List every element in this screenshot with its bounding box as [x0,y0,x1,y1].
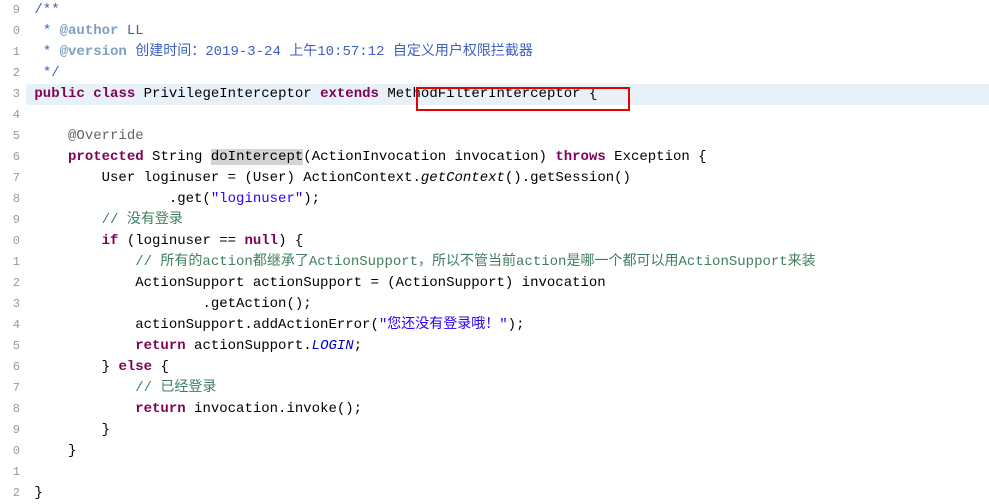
code-line[interactable]: if (loginuser == null) { [26,231,989,252]
code-line[interactable]: } [26,483,989,504]
code-line[interactable]: protected String doIntercept(ActionInvoc… [26,147,989,168]
code-line[interactable]: User loginuser = (User) ActionContext.ge… [26,168,989,189]
code-line[interactable] [26,462,989,483]
code-line[interactable]: // 没有登录 [26,210,989,231]
code-line[interactable]: * @version 创建时间：2019-3-24 上午10:57:12 自定义… [26,42,989,63]
code-line[interactable]: } else { [26,357,989,378]
code-line[interactable]: } [26,441,989,462]
line-number-gutter: 9 0 1 2 3 4 5 6 7 8 9 0 1 2 3 4 5 6 7 8 … [0,0,24,504]
code-editor[interactable]: /** * @author LL * @version 创建时间：2019-3-… [24,0,989,504]
code-line[interactable]: @Override [26,126,989,147]
code-line[interactable]: .getAction(); [26,294,989,315]
code-line[interactable]: /** [26,0,989,21]
code-line[interactable]: } [26,420,989,441]
code-line-class-declaration[interactable]: public class PrivilegeInterceptor extend… [26,84,989,105]
code-line[interactable]: */ [26,63,989,84]
code-line[interactable]: ActionSupport actionSupport = (ActionSup… [26,273,989,294]
code-line[interactable]: .get("loginuser"); [26,189,989,210]
code-line[interactable]: // 已经登录 [26,378,989,399]
code-line[interactable]: actionSupport.addActionError("您还没有登录哦！")… [26,315,989,336]
method-declaration: doIntercept [211,149,303,165]
parent-class: MethodFilterInterceptor [387,86,580,102]
code-line[interactable]: return invocation.invoke(); [26,399,989,420]
code-line[interactable]: * @author LL [26,21,989,42]
code-line[interactable]: // 所有的action都继承了ActionSupport，所以不管当前acti… [26,252,989,273]
code-line[interactable] [26,105,989,126]
code-line[interactable]: return actionSupport.LOGIN; [26,336,989,357]
